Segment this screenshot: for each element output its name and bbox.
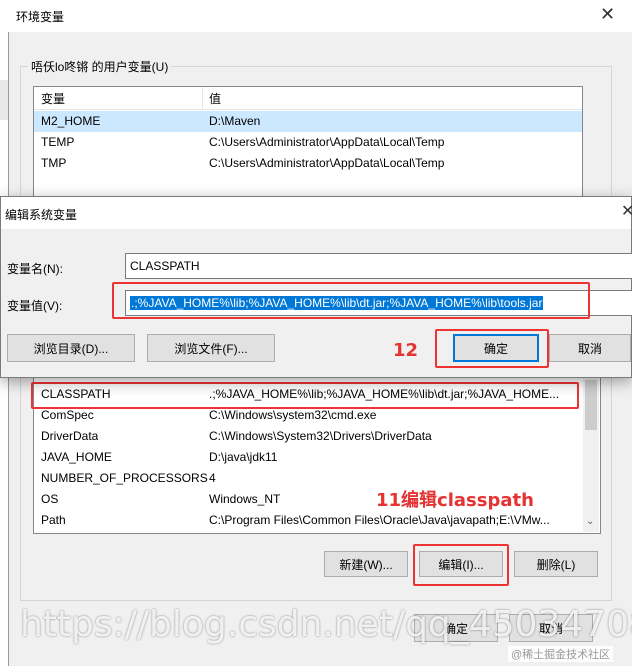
var-value: 4 bbox=[209, 471, 216, 485]
column-divider[interactable] bbox=[202, 87, 203, 109]
var-name: NUMBER_OF_PROCESSORS bbox=[41, 471, 208, 485]
dialog-titlebar bbox=[1, 197, 631, 229]
table-row[interactable]: DriverData C:\Windows\System32\Drivers\D… bbox=[34, 426, 600, 447]
close-icon[interactable]: ✕ bbox=[600, 4, 615, 25]
user-variables-label: 唔仸lo咚锵 的用户变量(U) bbox=[28, 58, 172, 75]
vertical-scrollbar[interactable]: ⌄ bbox=[583, 378, 599, 532]
annotation-step-12: 12 bbox=[393, 340, 419, 361]
browse-file-button[interactable]: 浏览文件(F)... bbox=[147, 334, 275, 362]
edit-system-variable-dialog: 编辑系统变量 ✕ 变量名(N): CLASSPATH 变量值(V): .;%JA… bbox=[0, 196, 632, 378]
table-row[interactable]: JAVA_HOME D:\java\jdk11 bbox=[34, 447, 600, 468]
var-name: TMP bbox=[41, 156, 67, 170]
watermark-url: https://blog.csdn.net/qq_45034708 bbox=[20, 604, 632, 645]
table-row[interactable]: Path C:\Program Files\Common Files\Oracl… bbox=[34, 510, 600, 531]
var-value: C:\Users\Administrator\AppData\Local\Tem… bbox=[209, 156, 445, 170]
env-window-title: 环境变量 bbox=[16, 10, 65, 24]
browse-directory-button[interactable]: 浏览目录(D)... bbox=[7, 334, 135, 362]
annotation-highlight-edit-button bbox=[413, 544, 509, 586]
var-name: Path bbox=[41, 513, 66, 527]
variable-name-value: CLASSPATH bbox=[130, 259, 200, 273]
watermark-corner: @稀土掘金技术社区 bbox=[508, 646, 614, 662]
delete-button[interactable]: 删除(L) bbox=[514, 551, 598, 577]
list-item[interactable]: TMP C:\Users\Administrator\AppData\Local… bbox=[34, 153, 582, 174]
variable-name-input[interactable]: CLASSPATH bbox=[125, 253, 632, 279]
list-header: 变量 值 bbox=[34, 87, 582, 110]
var-name: ComSpec bbox=[41, 408, 94, 422]
var-value: D:\Maven bbox=[209, 114, 261, 128]
var-value: C:\Users\Administrator\AppData\Local\Tem… bbox=[209, 135, 445, 149]
var-name: TEMP bbox=[41, 135, 75, 149]
env-window-titlebar bbox=[8, 0, 632, 32]
annotation-highlight-classpath bbox=[31, 382, 579, 409]
var-name: OS bbox=[41, 492, 59, 506]
dialog-title: 编辑系统变量 bbox=[5, 208, 78, 222]
variable-value-label: 变量值(V): bbox=[7, 299, 63, 313]
var-name: M2_HOME bbox=[41, 114, 101, 128]
dialog-cancel-button[interactable]: 取消 bbox=[549, 334, 631, 362]
variable-name-label: 变量名(N): bbox=[7, 262, 63, 276]
close-icon[interactable]: ✕ bbox=[621, 201, 632, 221]
scrollbar-thumb[interactable] bbox=[585, 380, 597, 430]
var-value: C:\Windows\system32\cmd.exe bbox=[209, 408, 377, 422]
new-button[interactable]: 新建(W)... bbox=[324, 551, 408, 577]
var-name: JAVA_HOME bbox=[41, 450, 112, 464]
chevron-down-icon[interactable]: ⌄ bbox=[586, 516, 594, 527]
annotation-step-11: 11编辑classpath bbox=[376, 490, 534, 511]
column-header-value[interactable]: 值 bbox=[209, 90, 221, 107]
var-value: D:\java\jdk11 bbox=[209, 450, 278, 464]
annotation-highlight-ok-button bbox=[435, 329, 549, 368]
list-item[interactable]: M2_HOME D:\Maven bbox=[34, 111, 582, 132]
list-item[interactable]: TEMP C:\Users\Administrator\AppData\Loca… bbox=[34, 132, 582, 153]
background-window-edge bbox=[0, 80, 8, 120]
user-variables-list[interactable]: 变量 值 M2_HOME D:\Maven TEMP C:\Users\Admi… bbox=[33, 86, 583, 198]
annotation-highlight-value-field bbox=[112, 282, 590, 319]
column-header-name[interactable]: 变量 bbox=[41, 90, 65, 107]
var-name: DriverData bbox=[41, 429, 99, 443]
var-value: C:\Windows\System32\Drivers\DriverData bbox=[209, 429, 432, 443]
var-value: C:\Program Files\Common Files\Oracle\Jav… bbox=[209, 513, 550, 527]
var-value: Windows_NT bbox=[209, 492, 281, 506]
